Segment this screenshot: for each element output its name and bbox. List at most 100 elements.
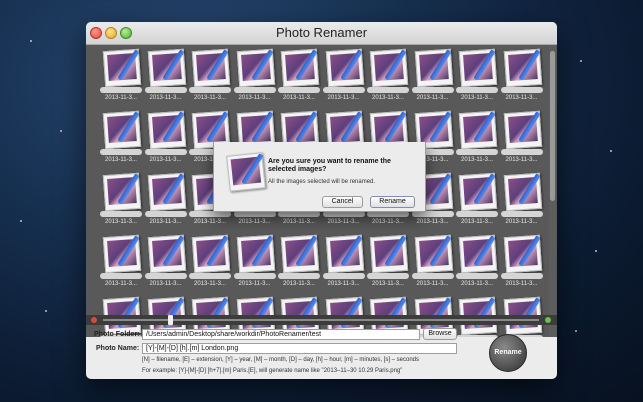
photo-thumbnail[interactable]: 2013-11-3... <box>500 110 544 168</box>
vertical-scrollbar[interactable] <box>549 45 556 337</box>
thumbnail-name-pill <box>144 87 187 93</box>
photo-thumbnail[interactable]: 2013-11-3... <box>322 234 366 292</box>
thumbnail-label: 2013-11-3... <box>372 95 404 101</box>
thumbnail-label: 2013-11-3... <box>327 95 360 101</box>
photo-thumbnail[interactable]: 2013-11-3... <box>144 234 188 292</box>
photo-thumbnail[interactable]: 2013-11-3... <box>500 48 544 106</box>
photo-name-label: Photo Name: <box>96 345 140 352</box>
thumbnail-label: 2013-11-3... <box>461 281 493 287</box>
thumbnail-name-pill <box>411 273 454 279</box>
photo-thumbnail[interactable]: 2013-11-3... <box>233 48 277 106</box>
thumbnail-label: 2013-11-3... <box>149 219 182 225</box>
thumbnail-label: 2013-11-3... <box>372 281 404 287</box>
thumbnail-label: 2013-11-3... <box>505 95 538 101</box>
title-bar[interactable]: Photo Renamer <box>86 22 557 45</box>
photo-thumbnail[interactable]: 2013-11-3... <box>99 110 143 168</box>
thumbnail-size-bar <box>86 315 557 325</box>
photo-thumbnail[interactable]: 2013-11-3... <box>322 48 366 106</box>
thumbnail-label: 2013-11-3... <box>149 95 182 101</box>
photo-thumbnail[interactable]: 2013-11-3... <box>99 48 143 106</box>
thumbnail-label: 2013-11-3... <box>327 281 360 287</box>
thumbnail-name-pill <box>367 273 409 279</box>
thumbnail-label: 2013-11-3... <box>149 281 182 287</box>
thumbnail-label: 2013-11-3... <box>105 219 137 225</box>
thumbnail-name-pill <box>278 87 320 93</box>
photo-thumbnail[interactable]: 2013-11-3... <box>455 172 499 230</box>
thumbnail-name-pill <box>100 211 142 217</box>
photo-thumbnail[interactable]: 2013-11-3... <box>411 48 455 106</box>
thumbnail-label: 2013-11-3... <box>283 95 315 101</box>
thumbnail-label: 2013-11-3... <box>238 219 271 225</box>
photo-thumbnail[interactable]: 2013-11-3... <box>277 234 321 292</box>
thumbnail-label: 2013-11-3... <box>105 157 137 163</box>
thumbnail-name-pill <box>456 149 498 155</box>
thumbnail-label: 2013-11-3... <box>461 95 493 101</box>
large-size-icon <box>545 317 551 323</box>
thumbnail-label: 2013-11-3... <box>238 281 271 287</box>
photo-thumbnail[interactable]: 2013-11-3... <box>455 234 499 292</box>
thumbnail-name-pill <box>322 87 365 93</box>
photo-thumbnail[interactable]: 2013-11-3... <box>366 48 410 106</box>
photo-thumbnail[interactable]: 2013-11-3... <box>144 48 188 106</box>
scrollbar-thumb[interactable] <box>550 51 555 201</box>
thumbnail-label: 2013-11-3... <box>372 219 404 225</box>
size-slider-knob[interactable] <box>168 315 174 325</box>
thumbnail-label: 2013-11-3... <box>416 281 449 287</box>
thumbnail-label: 2013-11-3... <box>194 95 226 101</box>
photo-thumbnail[interactable]: 2013-11-3... <box>144 110 188 168</box>
thumbnail-name-pill <box>500 273 543 279</box>
photo-thumbnail[interactable]: 2013-11-3... <box>188 48 232 106</box>
thumbnail-name-pill <box>456 211 498 217</box>
thumbnail-label: 2013-11-3... <box>505 157 538 163</box>
photo-thumbnail[interactable]: 2013-11-3... <box>500 172 544 230</box>
photo-name-field[interactable]: [Y]-[M]-[D] [h].[m] London.png <box>142 343 457 354</box>
photo-thumbnail[interactable]: 2013-11-3... <box>455 48 499 106</box>
photo-thumbnail[interactable]: 2013-11-3... <box>233 234 277 292</box>
thumbnail-label: 2013-11-3... <box>461 219 493 225</box>
photo-thumbnail[interactable]: 2013-11-3... <box>144 172 188 230</box>
photo-thumbnail[interactable]: 2013-11-3... <box>500 234 544 292</box>
thumbnail-name-pill <box>456 335 498 337</box>
thumbnail-name-pill <box>189 273 231 279</box>
thumbnail-name-pill <box>189 87 231 93</box>
photo-thumbnail[interactable]: 2013-11-3... <box>188 234 232 292</box>
thumbnail-label: 2013-11-3... <box>283 281 315 287</box>
thumbnail-name-pill <box>456 87 498 93</box>
photo-thumbnail[interactable]: 2013-11-3... <box>99 234 143 292</box>
thumbnail-label: 2013-11-3... <box>416 219 449 225</box>
thumbnail-name-pill <box>278 273 320 279</box>
photo-folder-field[interactable]: /Users/admin/Desktop/share/workdir/Photo… <box>142 329 420 340</box>
thumbnail-label: 2013-11-3... <box>105 95 137 101</box>
small-size-icon <box>91 317 97 323</box>
confirm-rename-dialog: Are you sure you want to rename the sele… <box>213 142 426 212</box>
photo-thumbnail[interactable]: 2013-11-3... <box>455 110 499 168</box>
photo-thumbnail[interactable]: 2013-11-3... <box>366 234 410 292</box>
thumbnail-label: 2013-11-3... <box>505 281 538 287</box>
thumbnail-name-pill <box>144 149 187 155</box>
dialog-message: All the images selected will be renamed. <box>268 179 376 185</box>
format-hint: [N] – filename, [E] – extension, [Y] – y… <box>142 357 420 363</box>
photo-thumbnail[interactable]: 2013-11-3... <box>411 234 455 292</box>
thumbnail-name-pill <box>100 273 142 279</box>
thumbnail-name-pill <box>500 149 543 155</box>
thumbnail-label: 2013-11-3... <box>416 95 449 101</box>
photo-thumbnail[interactable]: 2013-11-3... <box>277 48 321 106</box>
thumbnail-label: 2013-11-3... <box>505 219 538 225</box>
thumbnail-label: 2013-11-3... <box>327 219 360 225</box>
thumbnail-name-pill <box>100 87 142 93</box>
thumbnail-label: 2013-11-3... <box>194 281 226 287</box>
thumbnail-label: 2013-11-3... <box>105 281 137 287</box>
cancel-button[interactable]: Cancel <box>322 196 363 208</box>
confirm-rename-button[interactable]: Rename <box>370 196 415 208</box>
window-title: Photo Renamer <box>275 25 368 40</box>
thumbnail-label: 2013-11-3... <box>238 95 271 101</box>
browse-button[interactable]: Browse <box>423 328 457 340</box>
rename-button[interactable]: Rename <box>489 334 527 372</box>
thumbnail-name-pill <box>367 87 409 93</box>
photo-thumbnail[interactable]: 2013-11-3... <box>99 172 143 230</box>
thumbnail-name-pill <box>233 87 276 93</box>
example-hint: For example: [Y]-[M]-[D] [h+7].[m] Paris… <box>142 368 403 374</box>
thumbnail-name-pill <box>144 273 187 279</box>
thumbnail-label: 2013-11-3... <box>461 157 493 163</box>
thumbnail-label: 2013-11-3... <box>194 219 226 225</box>
